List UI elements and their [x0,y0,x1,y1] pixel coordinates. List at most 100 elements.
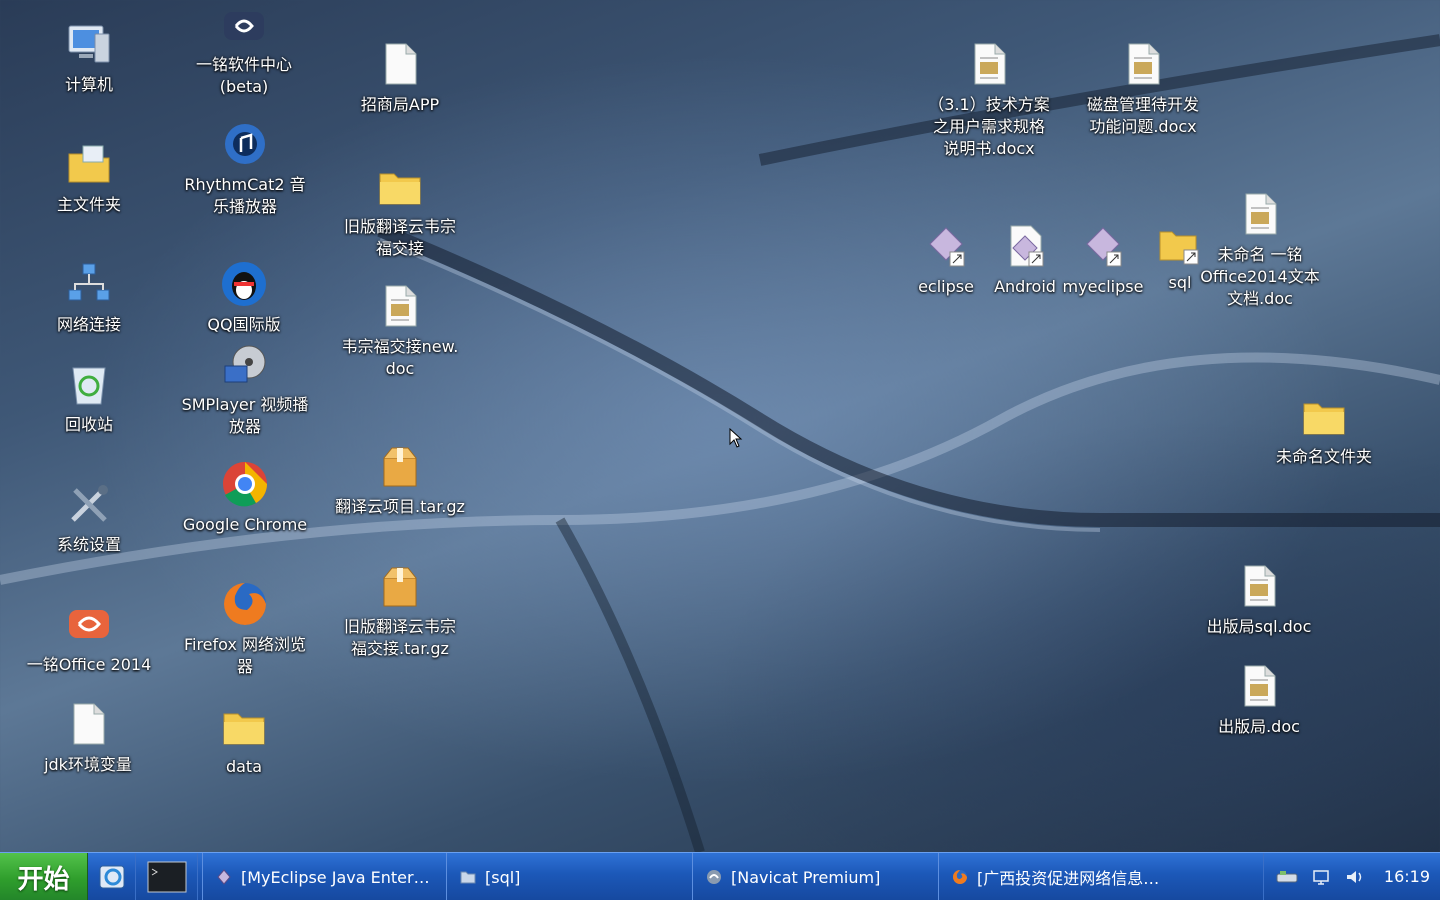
doc-file-icon [376,282,424,330]
desktop-icon-label: jdk环境变量 [44,755,132,774]
shortcut-icon [922,222,970,270]
home-folder-icon [65,140,113,188]
desktop-icon-label: QQ国际版 [207,315,281,334]
desktop-icon-label: 一铭软件中心 (beta) [195,55,292,96]
desktop-icon-recycle-bin[interactable]: 回收站 [34,360,144,436]
computer-icon [65,20,113,68]
desktop-icon-label: 旧版翻译云韦宗 福交接.tar.gz [343,617,456,658]
shortcut-icon [1001,222,1049,270]
desktop-icon-label: data [225,757,263,776]
taskbar-task-navicat[interactable]: [Navicat Premium] [692,853,938,900]
archive-icon [376,562,424,610]
desktop-icon-translate-tar[interactable]: 翻译云项目.tar.gz [325,442,475,518]
qq-icon [220,260,268,308]
desktop-icon-myeclipse[interactable]: myeclipse [1058,222,1148,298]
volume-icon[interactable] [1344,866,1366,888]
taskbar-task-firefox[interactable]: [广西投资促进网络信息… [938,853,1184,900]
network-status-icon[interactable] [1276,866,1298,888]
desktop-icon-rhythmcat[interactable]: RhythmCat2 音 乐播放器 [170,120,320,218]
desktop-icon-pub-doc[interactable]: 出版局.doc [1204,662,1314,738]
desktop-icon-label: 主文件夹 [56,195,121,214]
firefox-icon [221,580,269,628]
desktop-icon-label: SMPlayer 视频播 放器 [181,395,309,436]
desktop-icon-pub-sql-doc[interactable]: 出版局sql.doc [1194,562,1324,638]
desktop-icon-disk-mgmt-docx[interactable]: 磁盘管理待开发 功能问题.docx [1068,40,1218,138]
office-icon [65,600,113,648]
desktop-icon-label: sql [1168,273,1192,292]
desktop-icon-label: 磁盘管理待开发 功能问题.docx [1086,95,1199,136]
network-icon [65,260,113,308]
desktop: 计算机 主文件夹 网络连接 回收站 系统设置 一铭Office 2014 jdk… [0,0,1440,852]
doc-file-icon [1236,190,1284,238]
desktop-icon-smplayer[interactable]: SMPlayer 视频播 放器 [170,340,320,438]
desktop-icon-computer[interactable]: 计算机 [34,20,144,96]
desktop-icon-tech-spec-docx[interactable]: （3.1）技术方案 之用户需求规格 说明书.docx [914,40,1064,160]
video-player-icon [221,340,269,388]
desktop-icon-label: 计算机 [64,75,113,94]
myeclipse-icon [215,868,233,886]
desktop-icon-jdk[interactable]: jdk环境变量 [28,700,148,776]
desktop-icon-label: eclipse [918,277,974,296]
desktop-icon-data[interactable]: data [194,702,294,778]
recycle-bin-icon [65,360,113,408]
start-button[interactable]: 开始 [0,853,88,900]
desktop-icon-label: （3.1）技术方案 之用户需求规格 说明书.docx [928,95,1050,158]
desktop-icon-software-center[interactable]: 一铭软件中心 (beta) [174,4,314,98]
desktop-icon-zhaoshangju[interactable]: 招商局APP [340,40,460,116]
desktop-icon-label: Firefox 网络浏览 器 [183,635,307,676]
quick-launch-terminal[interactable] [136,853,198,900]
desktop-icon-old-translate-tar[interactable]: 旧版翻译云韦宗 福交接.tar.gz [330,562,470,660]
desktop-icon-eclipse[interactable]: eclipse [906,222,986,298]
desktop-icon-label: 未命名文件夹 [1275,447,1372,466]
folder-icon [220,702,268,750]
quick-launch-browser[interactable] [88,853,136,900]
navicat-icon [705,868,723,886]
desktop-icon-label: RhythmCat2 音 乐播放器 [184,175,306,216]
desktop-icon-android[interactable]: Android [990,222,1060,298]
mouse-cursor-icon [729,428,743,448]
folder-icon [376,162,424,210]
firefox-icon [951,868,969,886]
shortcut-icon [1079,222,1127,270]
desktop-icon-label: 韦宗福交接new. doc [341,337,459,378]
settings-icon [65,480,113,528]
desktop-icon-network[interactable]: 网络连接 [34,260,144,336]
desktop-icon-old-translate-folder[interactable]: 旧版翻译云韦宗 福交接 [330,162,470,260]
taskbar-task-sql[interactable]: [sql] [446,853,692,900]
display-icon[interactable] [1310,866,1332,888]
desktop-icon-firefox[interactable]: Firefox 网络浏览 器 [170,580,320,678]
desktop-icon-home-folder[interactable]: 主文件夹 [34,140,144,216]
music-player-icon [221,120,269,168]
desktop-icon-settings[interactable]: 系统设置 [34,480,144,556]
desktop-icon-chrome[interactable]: Google Chrome [170,460,320,536]
taskbar-task-label: [广西投资促进网络信息… [977,869,1160,888]
clock[interactable]: 16:19 [1384,867,1430,886]
desktop-icon-unnamed-doc[interactable]: 未命名 一铭 Office2014文本 文档.doc [1192,190,1328,310]
browser-launcher-icon [99,865,124,889]
desktop-icon-qq[interactable]: QQ国际版 [184,260,304,336]
desktop-icon-label: 翻译云项目.tar.gz [335,497,465,516]
blank-file-icon [376,40,424,88]
taskbar-task-myeclipse[interactable]: [MyEclipse Java Enter… [202,853,446,900]
desktop-icon-weizongfu-doc[interactable]: 韦宗福交接new. doc [330,282,470,380]
desktop-icon-office[interactable]: 一铭Office 2014 [14,600,164,676]
desktop-icon-label: 招商局APP [360,95,440,114]
desktop-icon-label: 一铭Office 2014 [26,655,152,674]
taskbar-task-label: [sql] [485,867,521,887]
desktop-icon-label: Android [994,277,1056,296]
doc-file-icon [1119,40,1167,88]
software-center-icon [220,4,268,48]
system-tray: 16:19 [1262,853,1440,900]
desktop-icon-unnamed-folder[interactable]: 未命名文件夹 [1264,392,1384,468]
chrome-icon [221,460,269,508]
desktop-icon-label: 未命名 一铭 Office2014文本 文档.doc [1200,245,1320,308]
taskbar: 开始 [MyEclipse Java Enter… [sql] [Navicat… [0,852,1440,900]
archive-icon [376,442,424,490]
terminal-icon [147,861,186,893]
desktop-icon-label: 网络连接 [56,315,121,334]
desktop-icon-label: 出版局.doc [1218,717,1300,736]
folder-icon [1300,392,1348,440]
taskbar-task-label: [Navicat Premium] [731,867,881,887]
doc-file-icon [1235,562,1283,610]
desktop-icon-label: Google Chrome [182,515,308,534]
